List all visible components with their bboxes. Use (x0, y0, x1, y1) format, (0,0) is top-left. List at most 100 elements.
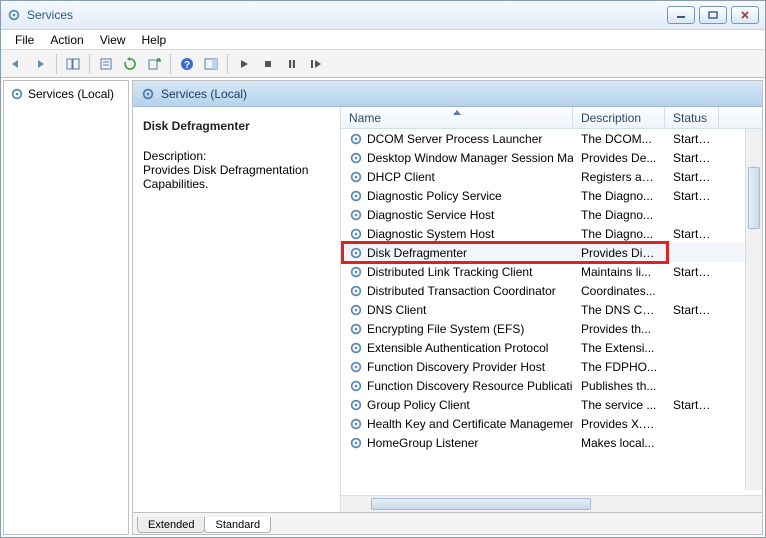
services-app-icon (7, 8, 21, 22)
service-description: The service ... (573, 398, 665, 412)
help-button[interactable]: ? (176, 53, 198, 75)
description-text: Provides Disk Defragmentation Capabiliti… (143, 163, 330, 191)
tab-extended[interactable]: Extended (137, 517, 205, 533)
service-status: Started (665, 227, 719, 241)
gear-icon (349, 379, 363, 393)
tab-standard[interactable]: Standard (204, 517, 271, 533)
gear-icon (349, 246, 363, 260)
stop-service-button[interactable] (257, 53, 279, 75)
service-status: Started (665, 132, 719, 146)
service-description: Makes local... (573, 436, 665, 450)
services-list-area: Name Description Status DCOM Server Proc… (341, 107, 762, 512)
service-status: Started (665, 398, 719, 412)
service-status: Started (665, 151, 719, 165)
service-row[interactable]: Health Key and Certificate ManagementPro… (341, 414, 762, 433)
service-row[interactable]: Disk DefragmenterProvides Dis... (341, 243, 762, 262)
service-row[interactable]: Distributed Link Tracking Client Maintain… (341, 262, 762, 281)
service-name: Diagnostic Policy Service (367, 189, 502, 203)
gear-icon (349, 170, 363, 184)
menu-action[interactable]: Action (42, 31, 91, 49)
gear-icon (349, 227, 363, 241)
view-tabs: Extended Standard (133, 512, 762, 534)
gear-icon (349, 436, 363, 450)
details-pane: Services (Local) Disk Defragmenter Descr… (132, 80, 763, 535)
service-row[interactable]: Distributed Transaction Coordinator Coord… (341, 281, 762, 300)
service-description: The Extensi... (573, 341, 665, 355)
show-hide-tree-button[interactable] (62, 53, 84, 75)
service-status: Started (665, 265, 719, 279)
service-name: Diagnostic System Host (367, 227, 494, 241)
back-button[interactable] (5, 53, 27, 75)
toolbar: ? (1, 50, 765, 78)
service-description: The Diagno... (573, 227, 665, 241)
properties-button[interactable] (95, 53, 117, 75)
service-row[interactable]: DCOM Server Process LauncherThe DCOM...S… (341, 129, 762, 148)
service-name: Function Discovery Resource Publication (367, 379, 573, 393)
horizontal-scrollbar[interactable] (341, 495, 762, 512)
pause-service-button[interactable] (281, 53, 303, 75)
refresh-button[interactable] (119, 53, 141, 75)
column-description[interactable]: Description (573, 107, 665, 128)
forward-button[interactable] (29, 53, 51, 75)
menubar: File Action View Help (1, 30, 765, 50)
window-title: Services (27, 8, 73, 22)
service-description: The DNS Cli... (573, 303, 665, 317)
svg-text:?: ? (184, 60, 190, 71)
gear-icon (349, 132, 363, 146)
vscroll-thumb[interactable] (748, 167, 760, 229)
export-button[interactable] (143, 53, 165, 75)
gear-icon (10, 87, 24, 101)
selected-service-title: Disk Defragmenter (143, 119, 330, 133)
service-row[interactable]: DHCP ClientRegisters an...Started (341, 167, 762, 186)
maximize-button[interactable] (699, 6, 727, 24)
service-row[interactable]: Function Discovery Resource PublicationP… (341, 376, 762, 395)
console-tree[interactable]: Services (Local) (3, 80, 129, 535)
hscroll-thumb[interactable] (371, 498, 591, 510)
column-status[interactable]: Status (665, 107, 719, 128)
service-name: Desktop Window Manager Session Mana... (367, 151, 573, 165)
tree-item-services-local[interactable]: Services (Local) (6, 85, 126, 103)
minimize-button[interactable] (667, 6, 695, 24)
service-row[interactable]: Encrypting File System (EFS) Provides th.… (341, 319, 762, 338)
vertical-scrollbar[interactable] (745, 129, 762, 490)
service-name: HomeGroup Listener (367, 436, 478, 450)
services-list[interactable]: DCOM Server Process LauncherThe DCOM...S… (341, 129, 762, 495)
titlebar: Services (1, 1, 765, 30)
service-row[interactable]: Function Discovery Provider HostThe FDPH… (341, 357, 762, 376)
show-hide-action-pane-button[interactable] (200, 53, 222, 75)
service-row[interactable]: HomeGroup Listener Makes local... (341, 433, 762, 452)
gear-icon (349, 322, 363, 336)
service-row[interactable]: Group Policy Client The service ...Starte… (341, 395, 762, 414)
restart-service-button[interactable] (305, 53, 327, 75)
service-name: Distributed Transaction Coordinator (367, 284, 556, 298)
service-name: Extensible Authentication Protocol (367, 341, 548, 355)
gear-icon (349, 360, 363, 374)
service-description: The Diagno... (573, 208, 665, 222)
menu-view[interactable]: View (92, 31, 134, 49)
service-row[interactable]: Diagnostic Policy ServiceThe Diagno...St… (341, 186, 762, 205)
service-row[interactable]: Extensible Authentication Protocol The Ex… (341, 338, 762, 357)
service-name: Encrypting File System (EFS) (367, 322, 524, 336)
service-description: Publishes th... (573, 379, 665, 393)
close-button[interactable] (731, 6, 759, 24)
menu-file[interactable]: File (7, 31, 42, 49)
menu-help[interactable]: Help (134, 31, 175, 49)
service-description: Registers an... (573, 170, 665, 184)
service-name: Group Policy Client (367, 398, 470, 412)
service-row[interactable]: Diagnostic Service Host The Diagno... (341, 205, 762, 224)
service-status: Started (665, 303, 719, 317)
gear-icon (349, 398, 363, 412)
service-row[interactable]: DNS ClientThe DNS Cli...Started (341, 300, 762, 319)
service-description: Provides th... (573, 322, 665, 336)
gear-icon (349, 151, 363, 165)
gear-icon (349, 265, 363, 279)
service-description: Coordinates... (573, 284, 665, 298)
service-row[interactable]: Diagnostic System Host The Diagno...Start… (341, 224, 762, 243)
start-service-button[interactable] (233, 53, 255, 75)
column-name[interactable]: Name (341, 107, 573, 128)
service-description: Provides De... (573, 151, 665, 165)
service-row[interactable]: Desktop Window Manager Session Mana...Pr… (341, 148, 762, 167)
service-description: Maintains li... (573, 265, 665, 279)
service-name: Distributed Link Tracking Client (367, 265, 532, 279)
service-name: Diagnostic Service Host (367, 208, 494, 222)
